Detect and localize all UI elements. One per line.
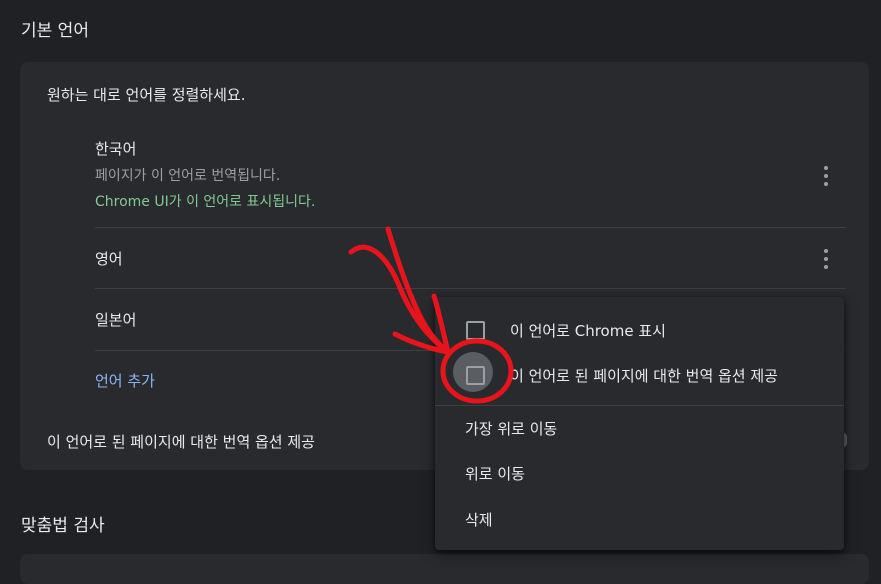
more-vert-icon[interactable]	[823, 249, 829, 269]
menu-item-move-top[interactable]: 가장 위로 이동	[465, 418, 557, 439]
menu-item-label: 이 언어로 Chrome 표시	[510, 322, 666, 340]
checkbox-icon[interactable]	[466, 321, 485, 340]
menu-item-move-up[interactable]: 위로 이동	[465, 463, 525, 484]
default-language-heading: 기본 언어	[21, 21, 89, 41]
language-item-korean: 한국어 페이지가 이 언어로 번역됩니다. Chrome UI가 이 언어로 표…	[95, 138, 845, 211]
divider	[95, 288, 845, 289]
language-context-menu: 이 언어로 Chrome 표시 이 언어로 된 페이지에 대한 번역 옵션 제공…	[435, 297, 844, 550]
menu-item-display-chrome[interactable]: 이 언어로 Chrome 표시	[435, 309, 844, 351]
language-name: 한국어	[95, 140, 137, 158]
menu-item-offer-translation[interactable]: 이 언어로 된 페이지에 대한 번역 옵션 제공	[435, 354, 844, 396]
spellcheck-heading: 맞춤법 검사	[21, 516, 105, 536]
menu-item-label: 이 언어로 된 페이지에 대한 번역 옵션 제공	[510, 367, 778, 385]
menu-item-remove[interactable]: 삭제	[465, 509, 493, 530]
offer-translate-label: 이 언어로 된 페이지에 대한 번역 옵션 제공	[47, 433, 315, 451]
divider	[95, 227, 845, 228]
language-name: 영어	[95, 250, 123, 268]
checkbox-icon[interactable]	[466, 366, 485, 385]
more-vert-icon[interactable]	[823, 166, 829, 186]
chrome-ui-note: Chrome UI가 이 언어로 표시됩니다.	[95, 194, 316, 210]
add-language-link[interactable]: 언어 추가	[95, 370, 155, 391]
instruction-text: 원하는 대로 언어를 정렬하세요.	[47, 86, 246, 104]
language-subtitle: 페이지가 이 언어로 번역됩니다.	[95, 168, 281, 184]
spellcheck-card	[20, 554, 869, 584]
menu-separator	[435, 405, 844, 406]
language-item-english: 영어	[95, 248, 845, 269]
